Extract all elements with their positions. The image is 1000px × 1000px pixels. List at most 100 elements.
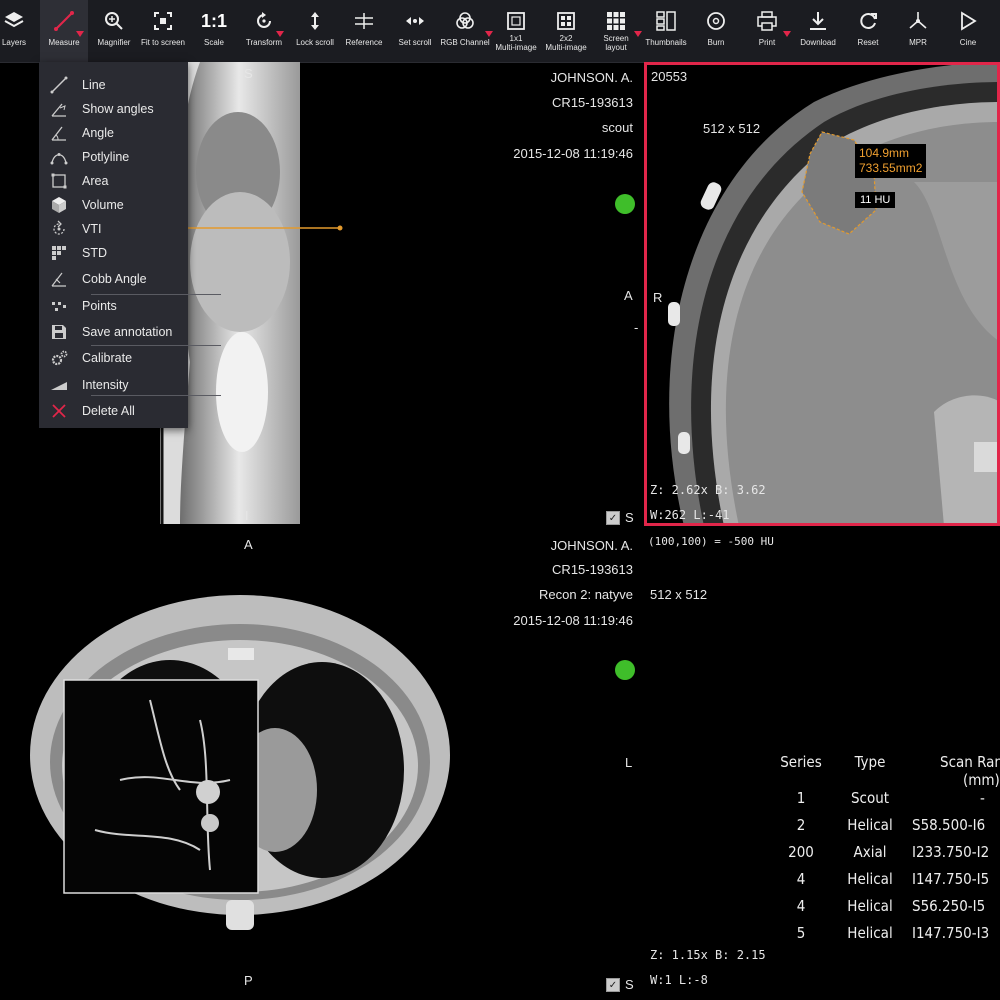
menu-item-angle[interactable]: Angle (39, 121, 188, 145)
orientation-marker-left: L (625, 755, 633, 770)
screen-layout-icon (607, 12, 625, 30)
tool-download[interactable]: Download (792, 0, 844, 62)
image-number: 20553 (651, 69, 688, 84)
viewport-chest[interactable]: JOHNSON. A. CR15-193613 Recon 2: natyve … (0, 530, 645, 1000)
orientation-marker-posterior: P (244, 973, 253, 988)
tool-scale[interactable]: 1:1 Scale (188, 0, 240, 62)
hu-value-label: 11 HU (855, 192, 896, 208)
menu-item-volume[interactable]: Volume (39, 193, 188, 217)
dropdown-caret-icon (76, 31, 84, 37)
series-name: Recon 2: natyve (539, 587, 633, 602)
volume-cube-icon (52, 197, 66, 213)
menu-item-cobb-angle[interactable]: Cobb Angle (39, 267, 188, 291)
layout-2x2-icon (557, 12, 575, 30)
tool-screen-layout[interactable]: Screen layout (590, 0, 642, 62)
tool-cine[interactable]: Cine (942, 0, 994, 62)
layout-1x1-icon (507, 12, 525, 30)
tool-mpr[interactable]: MPR (892, 0, 944, 62)
delete-x-icon (52, 404, 66, 418)
sync-checkbox-label: S (625, 977, 634, 992)
menu-item-line[interactable]: Line (39, 73, 188, 97)
rotate-icon (257, 12, 271, 28)
viewport-liver-active[interactable]: 20553 512 x 512 R 104.9mm 733.55mm2 11 H… (644, 62, 1000, 526)
tool-2x2-multi-image[interactable]: 2x2 Multi-image (540, 0, 592, 62)
polyline-icon (50, 153, 68, 165)
magnifier-icon (105, 12, 123, 30)
scout-reference-handle (337, 225, 343, 231)
study-datetime: 2015-12-08 11:19:46 (513, 146, 633, 161)
tool-magnifier[interactable]: Magnifier (88, 0, 140, 62)
tool-fit-to-screen[interactable]: Fit to screen (137, 0, 189, 62)
line-icon (50, 76, 68, 94)
menu-item-delete-all[interactable]: Delete All (39, 399, 188, 423)
tool-reference[interactable]: Reference (338, 0, 390, 62)
tool-rgb-channel[interactable]: RGB Channel (439, 0, 493, 62)
patient-name: JOHNSON. A. (550, 70, 633, 85)
tool-thumbnails[interactable]: Thumbnails (640, 0, 692, 62)
dash-marker: - (634, 320, 639, 335)
sync-checkbox[interactable]: ✓ (606, 978, 620, 992)
burn-disc-icon (707, 12, 725, 30)
menu-item-save-annotation[interactable]: Save annotation (39, 320, 188, 344)
status-indicator-dot (615, 660, 635, 680)
toolbar: Layers Measure Magnifier Fit to screen 1… (0, 0, 1000, 63)
points-icon (52, 302, 66, 311)
download-icon (810, 12, 826, 30)
sync-checkbox[interactable]: ✓ (606, 511, 620, 525)
play-icon (961, 11, 977, 31)
reference-lines-icon (355, 13, 373, 29)
tool-reset[interactable]: Reset (842, 0, 894, 62)
tool-print[interactable]: Print (741, 0, 793, 62)
lock-scroll-icon (311, 12, 319, 30)
menu-item-intensity[interactable]: Intensity (39, 373, 188, 397)
mpr-icon (909, 12, 927, 29)
tool-lock-scroll[interactable]: Lock scroll (289, 0, 341, 62)
tool-1x1-multi-image[interactable]: 1x1 Multi-image (490, 0, 542, 62)
layers-icon (4, 12, 24, 28)
fit-to-screen-icon (154, 12, 172, 30)
thumbnails-icon (656, 11, 676, 31)
tool-measure[interactable]: Measure (40, 0, 88, 62)
std-grid-icon (52, 246, 66, 260)
matrix-size-label: 512 x 512 (703, 121, 761, 136)
magnifier-inset (63, 679, 259, 894)
tool-set-scroll[interactable]: Set scroll (389, 0, 441, 62)
tool-burn[interactable]: Burn (690, 0, 742, 62)
orientation-marker-bottom: I (245, 508, 249, 523)
set-scroll-icon (406, 17, 424, 25)
study-id: CR15-193613 (552, 95, 633, 110)
orientation-marker-right: A (624, 288, 633, 303)
status-indicator-dot (615, 194, 635, 214)
menu-divider (91, 395, 221, 396)
menu-item-area[interactable]: Area (39, 169, 188, 193)
menu-item-calibrate[interactable]: Calibrate (39, 346, 188, 370)
patient-name: JOHNSON. A. (550, 538, 633, 553)
orientation-marker-right: R (653, 290, 663, 305)
tool-layers[interactable]: Layers (0, 0, 40, 62)
sync-checkbox-label: S (625, 510, 634, 525)
measurement-label[interactable]: 104.9mm 733.55mm2 (855, 144, 927, 178)
zoom-readout: Z: 1.15x B: 2.15 (650, 948, 766, 962)
reset-icon (860, 13, 877, 29)
save-icon (52, 325, 66, 339)
measure-dropdown-menu: Line Show angles Angle Potlyline Area Vo… (39, 62, 221, 428)
dropdown-caret-icon (783, 31, 791, 37)
calibrate-gears-icon (51, 350, 68, 366)
menu-item-show-angles[interactable]: Show angles (39, 97, 188, 121)
window-level-readout: W:1 L:-8 (650, 973, 708, 987)
liver-ct-image (647, 65, 997, 523)
matrix-size-label: 512 x 512 (650, 587, 708, 602)
window-level-readout: W:262 L:-41 (650, 508, 730, 522)
angle-icon (51, 126, 66, 141)
vti-icon (53, 220, 65, 235)
intensity-icon (51, 382, 67, 390)
menu-item-vti[interactable]: VTI (39, 217, 188, 241)
menu-item-polyline[interactable]: Potlyline (39, 145, 188, 169)
show-angles-icon (51, 103, 66, 117)
tool-transform[interactable]: Transform (238, 0, 290, 62)
menu-item-points[interactable]: Points (39, 294, 188, 318)
study-id: CR15-193613 (552, 562, 633, 577)
series-name: scout (601, 120, 633, 135)
menu-item-std[interactable]: STD (39, 241, 188, 265)
orientation-marker-top: S (244, 66, 253, 81)
